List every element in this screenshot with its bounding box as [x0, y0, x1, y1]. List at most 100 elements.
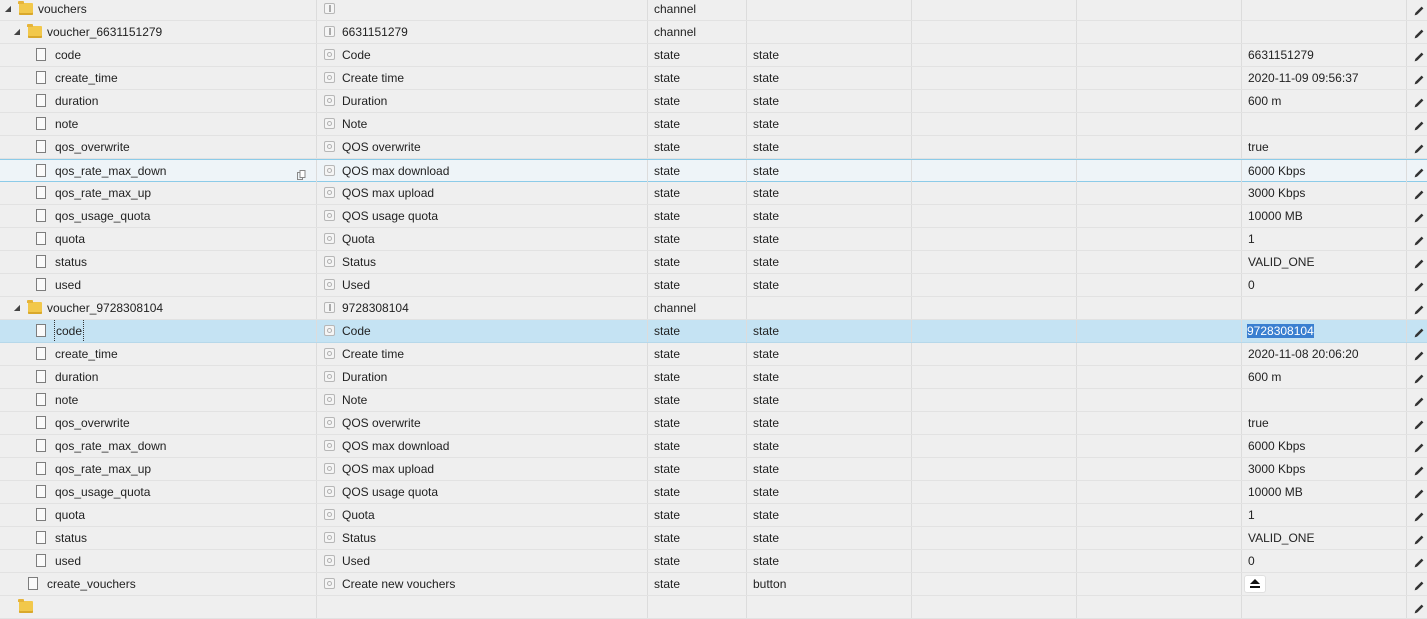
- tree-row[interactable]: status Status state state VALID_ONE: [0, 527, 1427, 550]
- object-value-cell[interactable]: true: [1241, 412, 1406, 434]
- object-value-cell[interactable]: 3000 Kbps: [1241, 182, 1406, 204]
- pencil-icon[interactable]: [1413, 186, 1425, 200]
- pencil-icon[interactable]: [1413, 416, 1425, 430]
- edit-button[interactable]: [1406, 481, 1427, 503]
- tree-row[interactable]: create_time Create time state state 2020-11-…: [0, 343, 1427, 366]
- object-id-cell[interactable]: [0, 596, 316, 618]
- expand-toggle-icon[interactable]: ◢: [12, 21, 22, 43]
- object-value[interactable]: 10000 MB: [1248, 205, 1303, 227]
- object-id-cell[interactable]: qos_usage_quota: [0, 205, 316, 227]
- object-value[interactable]: 10000 MB: [1248, 481, 1303, 503]
- tree-row[interactable]: duration Duration state state 600 m: [0, 366, 1427, 389]
- eject-icon[interactable]: [1245, 576, 1265, 592]
- edit-button[interactable]: [1406, 458, 1427, 480]
- pencil-icon[interactable]: [1413, 301, 1425, 315]
- edit-button[interactable]: [1406, 0, 1427, 20]
- object-value-cell[interactable]: 0: [1241, 274, 1406, 296]
- object-id-cell[interactable]: quota: [0, 504, 316, 526]
- pencil-icon[interactable]: [1413, 347, 1425, 361]
- pencil-icon[interactable]: [1413, 209, 1425, 223]
- pencil-icon[interactable]: [1413, 25, 1425, 39]
- tree-row[interactable]: code Code state state 6631151279: [0, 44, 1427, 67]
- object-id-cell[interactable]: qos_rate_max_up: [0, 458, 316, 480]
- pencil-icon[interactable]: [1413, 577, 1425, 591]
- edit-button[interactable]: [1406, 573, 1427, 595]
- object-value-cell[interactable]: VALID_ONE: [1241, 251, 1406, 273]
- edit-button[interactable]: [1406, 251, 1427, 273]
- tree-row[interactable]: qos_rate_max_down QOS max download state st…: [0, 159, 1427, 182]
- object-value-cell[interactable]: 6000 Kbps: [1241, 160, 1406, 182]
- tree-row[interactable]: duration Duration state state 600 m: [0, 90, 1427, 113]
- object-value-cell[interactable]: 2020-11-08 20:06:20: [1241, 343, 1406, 365]
- object-value-cell[interactable]: 3000 Kbps: [1241, 458, 1406, 480]
- tree-row[interactable]: create_time Create time state state 2020-11-…: [0, 67, 1427, 90]
- object-value[interactable]: true: [1248, 136, 1269, 158]
- object-value-cell[interactable]: [1241, 389, 1406, 411]
- object-value-cell[interactable]: 0: [1241, 550, 1406, 572]
- edit-button[interactable]: [1406, 504, 1427, 526]
- object-value-cell[interactable]: 10000 MB: [1241, 481, 1406, 503]
- object-value[interactable]: true: [1248, 412, 1269, 434]
- tree-row[interactable]: code Code state state 9728308104: [0, 320, 1427, 343]
- object-value[interactable]: 3000 Kbps: [1248, 458, 1305, 480]
- tree-row[interactable]: note Note state state: [0, 389, 1427, 412]
- object-value[interactable]: 6000 Kbps: [1248, 160, 1305, 182]
- object-value[interactable]: 1: [1248, 504, 1255, 526]
- tree-row[interactable]: qos_overwrite QOS overwrite state state true: [0, 136, 1427, 159]
- pencil-icon[interactable]: [1413, 232, 1425, 246]
- object-id-cell[interactable]: note: [0, 389, 316, 411]
- object-value[interactable]: 600 m: [1248, 366, 1281, 388]
- pencil-icon[interactable]: [1413, 462, 1425, 476]
- edit-button[interactable]: [1406, 67, 1427, 89]
- object-value[interactable]: VALID_ONE: [1248, 251, 1314, 273]
- object-id-cell[interactable]: ◢ vouchers: [0, 0, 316, 20]
- pencil-icon[interactable]: [1413, 48, 1425, 62]
- pencil-icon[interactable]: [1413, 324, 1425, 338]
- tree-row[interactable]: used Used state state 0: [0, 274, 1427, 297]
- object-value[interactable]: 9728308104: [1247, 324, 1314, 338]
- object-id-cell[interactable]: used: [0, 274, 316, 296]
- object-value-cell[interactable]: 6000 Kbps: [1241, 435, 1406, 457]
- object-value-cell[interactable]: [1241, 573, 1406, 595]
- pencil-icon[interactable]: [1413, 71, 1425, 85]
- object-value[interactable]: 2020-11-08 20:06:20: [1248, 343, 1359, 365]
- object-id-cell[interactable]: create_time: [0, 343, 316, 365]
- object-id-cell[interactable]: code: [0, 320, 316, 342]
- pencil-icon[interactable]: [1413, 393, 1425, 407]
- edit-button[interactable]: [1406, 527, 1427, 549]
- edit-button[interactable]: [1406, 160, 1427, 182]
- tree-row[interactable]: qos_overwrite QOS overwrite state state true: [0, 412, 1427, 435]
- edit-button[interactable]: [1406, 596, 1427, 618]
- pencil-icon[interactable]: [1413, 117, 1425, 131]
- tree-row[interactable]: ◢ voucher_6631151279 6631151279 channel: [0, 21, 1427, 44]
- tree-row[interactable]: [0, 596, 1427, 619]
- object-value[interactable]: 2020-11-09 09:56:37: [1248, 67, 1359, 89]
- object-value[interactable]: VALID_ONE: [1248, 527, 1314, 549]
- expand-toggle-icon[interactable]: ◢: [12, 297, 22, 319]
- object-id-cell[interactable]: status: [0, 251, 316, 273]
- edit-button[interactable]: [1406, 228, 1427, 250]
- object-id-cell[interactable]: duration: [0, 366, 316, 388]
- object-id-cell[interactable]: qos_rate_max_down: [0, 435, 316, 457]
- tree-row[interactable]: qos_rate_max_up QOS max upload state state 3…: [0, 182, 1427, 205]
- object-id-cell[interactable]: ◢ voucher_6631151279: [0, 21, 316, 43]
- object-id-cell[interactable]: status: [0, 527, 316, 549]
- object-value[interactable]: 6631151279: [1248, 44, 1314, 66]
- pencil-icon[interactable]: [1413, 508, 1425, 522]
- object-id-cell[interactable]: ◢ voucher_9728308104: [0, 297, 316, 319]
- pencil-icon[interactable]: [1413, 255, 1425, 269]
- object-id-cell[interactable]: note: [0, 113, 316, 135]
- pencil-icon[interactable]: [1413, 439, 1425, 453]
- object-value-cell[interactable]: 2020-11-09 09:56:37: [1241, 67, 1406, 89]
- edit-button[interactable]: [1406, 182, 1427, 204]
- tree-row[interactable]: qos_usage_quota QOS usage quota state state…: [0, 481, 1427, 504]
- object-value-cell[interactable]: [1241, 596, 1406, 618]
- object-value[interactable]: 6000 Kbps: [1248, 435, 1305, 457]
- edit-button[interactable]: [1406, 136, 1427, 158]
- edit-button[interactable]: [1406, 320, 1427, 342]
- edit-button[interactable]: [1406, 205, 1427, 227]
- edit-button[interactable]: [1406, 113, 1427, 135]
- object-value-cell[interactable]: true: [1241, 136, 1406, 158]
- copy-icon[interactable]: [297, 165, 306, 180]
- object-id-cell[interactable]: create_time: [0, 67, 316, 89]
